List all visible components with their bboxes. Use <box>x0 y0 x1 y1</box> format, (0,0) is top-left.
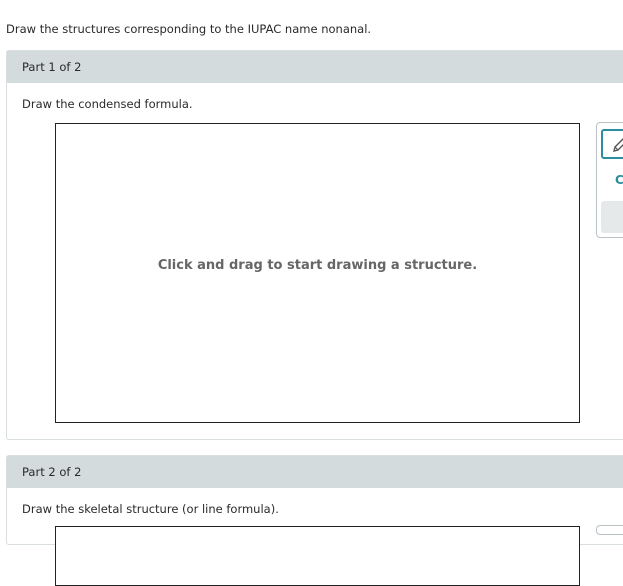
part-1-header: Part 1 of 2 <box>7 51 623 83</box>
drawing-toolbar-2 <box>596 525 623 535</box>
part-1-card: Part 1 of 2 Draw the condensed formula. … <box>6 50 623 440</box>
pencil-tool-button[interactable] <box>601 129 623 159</box>
clear-icon[interactable]: C <box>615 173 623 187</box>
canvas-hint: Click and drag to start drawing a struct… <box>157 258 478 273</box>
part-2-instruction: Draw the skeletal structure (or line for… <box>22 502 279 516</box>
pencil-icon <box>613 138 623 152</box>
question-text: Draw the structures corresponding to the… <box>6 22 372 36</box>
part-2-card: Part 2 of 2 Draw the skeletal structure … <box>6 455 623 586</box>
drawing-canvas-2[interactable] <box>55 526 580 586</box>
toolbar-option-button[interactable] <box>601 201 623 233</box>
part-2-header: Part 2 of 2 <box>7 456 623 488</box>
drawing-toolbar: C <box>596 122 623 238</box>
part-1-instruction: Draw the condensed formula. <box>22 97 193 111</box>
drawing-canvas[interactable]: Click and drag to start drawing a struct… <box>55 123 580 423</box>
